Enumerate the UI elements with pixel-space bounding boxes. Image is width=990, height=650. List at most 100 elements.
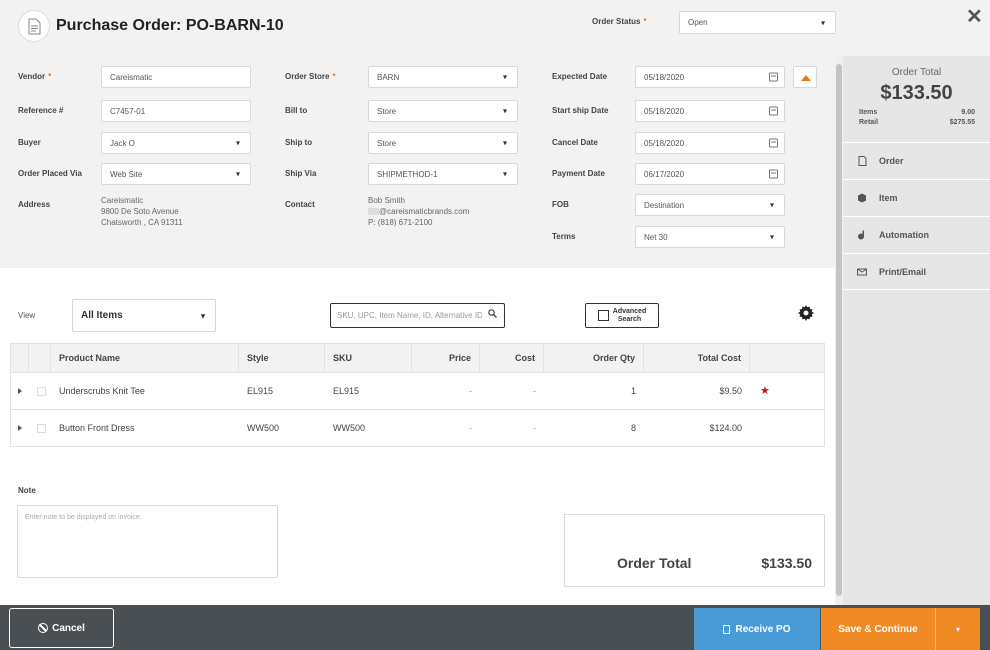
ship-via-select[interactable]: SHIPMETHOD-1 bbox=[368, 163, 518, 185]
note-textarea[interactable] bbox=[17, 505, 278, 578]
sidebar-item-item[interactable]: Item bbox=[843, 179, 990, 216]
purchase-order-document-icon bbox=[18, 10, 50, 42]
total-cost-cell: $9.50 bbox=[719, 386, 742, 396]
cost-cell: - bbox=[533, 386, 536, 396]
page-header: Purchase Order: PO-BARN-10 Order Status *… bbox=[0, 0, 990, 56]
address-label: Address bbox=[18, 200, 51, 209]
expected-date-label: Expected Date bbox=[552, 72, 608, 81]
order-placed-via-select[interactable]: Web Site bbox=[101, 163, 251, 185]
buyer-label: Buyer bbox=[18, 138, 41, 147]
order-total-summary: Order Total $133.50 bbox=[564, 514, 825, 587]
style-cell: WW500 bbox=[247, 423, 280, 433]
order-total-label: Order Total bbox=[617, 555, 692, 571]
expected-date-field[interactable]: 05/18/2020 bbox=[635, 66, 785, 88]
contact-label: Contact bbox=[285, 200, 315, 209]
print-email-icon bbox=[857, 267, 867, 277]
calendar-icon[interactable] bbox=[769, 138, 778, 148]
sidebar-item-order[interactable]: Order bbox=[843, 142, 990, 179]
reference-label: Reference # bbox=[18, 106, 64, 115]
scrollbar-thumb[interactable] bbox=[836, 64, 842, 596]
sku-cell: EL915 bbox=[333, 386, 360, 396]
collapse-details-button[interactable] bbox=[793, 66, 817, 88]
view-label: View bbox=[18, 311, 36, 320]
sku-cell: WW500 bbox=[333, 423, 366, 433]
summary-sidebar: Order Total $133.50 Items 9.00 Retail $275… bbox=[843, 56, 990, 605]
column-header-cost[interactable]: Cost bbox=[480, 344, 544, 372]
total-cost-cell: $124.00 bbox=[709, 423, 742, 433]
gear-icon[interactable] bbox=[798, 305, 814, 324]
fob-select[interactable]: Destination bbox=[635, 194, 785, 216]
calendar-icon[interactable] bbox=[769, 106, 778, 116]
vendor-field[interactable]: Careismatic bbox=[101, 66, 251, 88]
sidebar-item-print-email[interactable]: Print/Email bbox=[843, 253, 990, 290]
column-header-style[interactable]: Style bbox=[239, 344, 325, 372]
column-header-product-name[interactable]: Product Name bbox=[51, 344, 239, 372]
retail-total-row: Retail $275.55 bbox=[859, 119, 975, 126]
vendor-contact: Bob Smith @careismaticbrands.com P: (818… bbox=[368, 196, 470, 227]
ship-via-label: Ship Via bbox=[285, 169, 317, 178]
order-total-value: $133.50 bbox=[761, 555, 812, 571]
price-cell: - bbox=[469, 423, 472, 433]
items-count-row: Items 9.00 bbox=[859, 109, 975, 116]
fob-label: FOB bbox=[552, 200, 569, 209]
cancel-button[interactable]: Cancel bbox=[9, 608, 114, 648]
order-status-select[interactable]: Open bbox=[679, 11, 836, 34]
order-placed-via-label: Order Placed Via bbox=[18, 169, 82, 178]
reference-field[interactable]: C7457-01 bbox=[101, 100, 251, 122]
chevron-down-icon: ▾ bbox=[955, 624, 960, 634]
payment-date-label: Payment Date bbox=[552, 169, 605, 178]
advanced-search-button[interactable]: Advanced Search bbox=[585, 303, 659, 328]
calendar-icon[interactable] bbox=[769, 169, 778, 179]
cancel-date-label: Cancel Date bbox=[552, 138, 598, 147]
row-checkbox[interactable] bbox=[37, 387, 46, 396]
calendar-icon[interactable] bbox=[769, 72, 778, 82]
cancel-date-field[interactable]: 05/18/2020 bbox=[635, 132, 785, 154]
expand-row-icon[interactable] bbox=[18, 425, 22, 431]
column-header-order-qty[interactable]: Order Qty bbox=[544, 344, 644, 372]
order-store-label: Order Store * bbox=[285, 72, 336, 81]
ship-to-select[interactable]: Store bbox=[368, 132, 518, 154]
save-options-dropdown[interactable]: ▾ bbox=[935, 608, 980, 650]
order-store-select[interactable]: BARN bbox=[368, 66, 518, 88]
bill-to-label: Bill to bbox=[285, 106, 308, 115]
order-items-table: Product Name Style SKU Price Cost Order … bbox=[10, 343, 825, 447]
document-icon bbox=[857, 156, 867, 166]
terms-select[interactable]: Net 30 bbox=[635, 226, 785, 248]
star-icon[interactable]: ★ bbox=[760, 373, 770, 409]
payment-date-field[interactable]: 06/17/2020 bbox=[635, 163, 785, 185]
product-name-cell: Button Front Dress bbox=[59, 423, 135, 433]
buyer-select[interactable]: Jack O bbox=[101, 132, 251, 154]
save-continue-button[interactable]: Save & Continue bbox=[821, 608, 935, 650]
sidebar-item-label: Print/Email bbox=[879, 266, 927, 277]
order-status-value: Open bbox=[688, 18, 708, 27]
terms-label: Terms bbox=[552, 232, 576, 241]
sidebar-item-label: Automation bbox=[879, 230, 929, 240]
cancel-icon bbox=[38, 623, 49, 633]
order-qty-cell[interactable]: 1 bbox=[544, 373, 636, 409]
close-icon[interactable]: ✕ bbox=[966, 4, 983, 29]
column-header-sku[interactable]: SKU bbox=[325, 344, 412, 372]
start-ship-date-field[interactable]: 05/18/2020 bbox=[635, 100, 785, 122]
column-header-total-cost[interactable]: Total Cost bbox=[644, 344, 750, 372]
column-header-price[interactable]: Price bbox=[412, 344, 480, 372]
redacted-email bbox=[368, 208, 379, 216]
note-label: Note bbox=[18, 486, 36, 495]
search-icon[interactable] bbox=[488, 309, 497, 321]
scrollbar[interactable] bbox=[835, 56, 843, 605]
item-search-input[interactable] bbox=[330, 303, 505, 328]
table-row[interactable]: Underscrubs Knit Tee EL915 EL915 - - 1 $… bbox=[10, 373, 825, 410]
cube-icon bbox=[857, 193, 867, 203]
page-title: Purchase Order: PO-BARN-10 bbox=[56, 17, 284, 34]
advanced-search-icon bbox=[597, 310, 609, 321]
view-filter-select[interactable]: All Items bbox=[72, 299, 216, 332]
bill-to-select[interactable]: Store bbox=[368, 100, 518, 122]
row-checkbox[interactable] bbox=[37, 424, 46, 433]
receive-po-button[interactable]: Receive PO bbox=[694, 608, 820, 650]
sidebar-item-label: Item bbox=[879, 193, 898, 203]
expand-row-icon[interactable] bbox=[18, 388, 22, 394]
automation-icon bbox=[857, 230, 867, 240]
order-qty-cell[interactable]: 8 bbox=[544, 410, 636, 446]
advanced-search-label: Advanced Search bbox=[612, 307, 647, 323]
table-row[interactable]: Button Front Dress WW500 WW500 - - 8 $12… bbox=[10, 410, 825, 447]
sidebar-item-automation[interactable]: Automation bbox=[843, 216, 990, 253]
